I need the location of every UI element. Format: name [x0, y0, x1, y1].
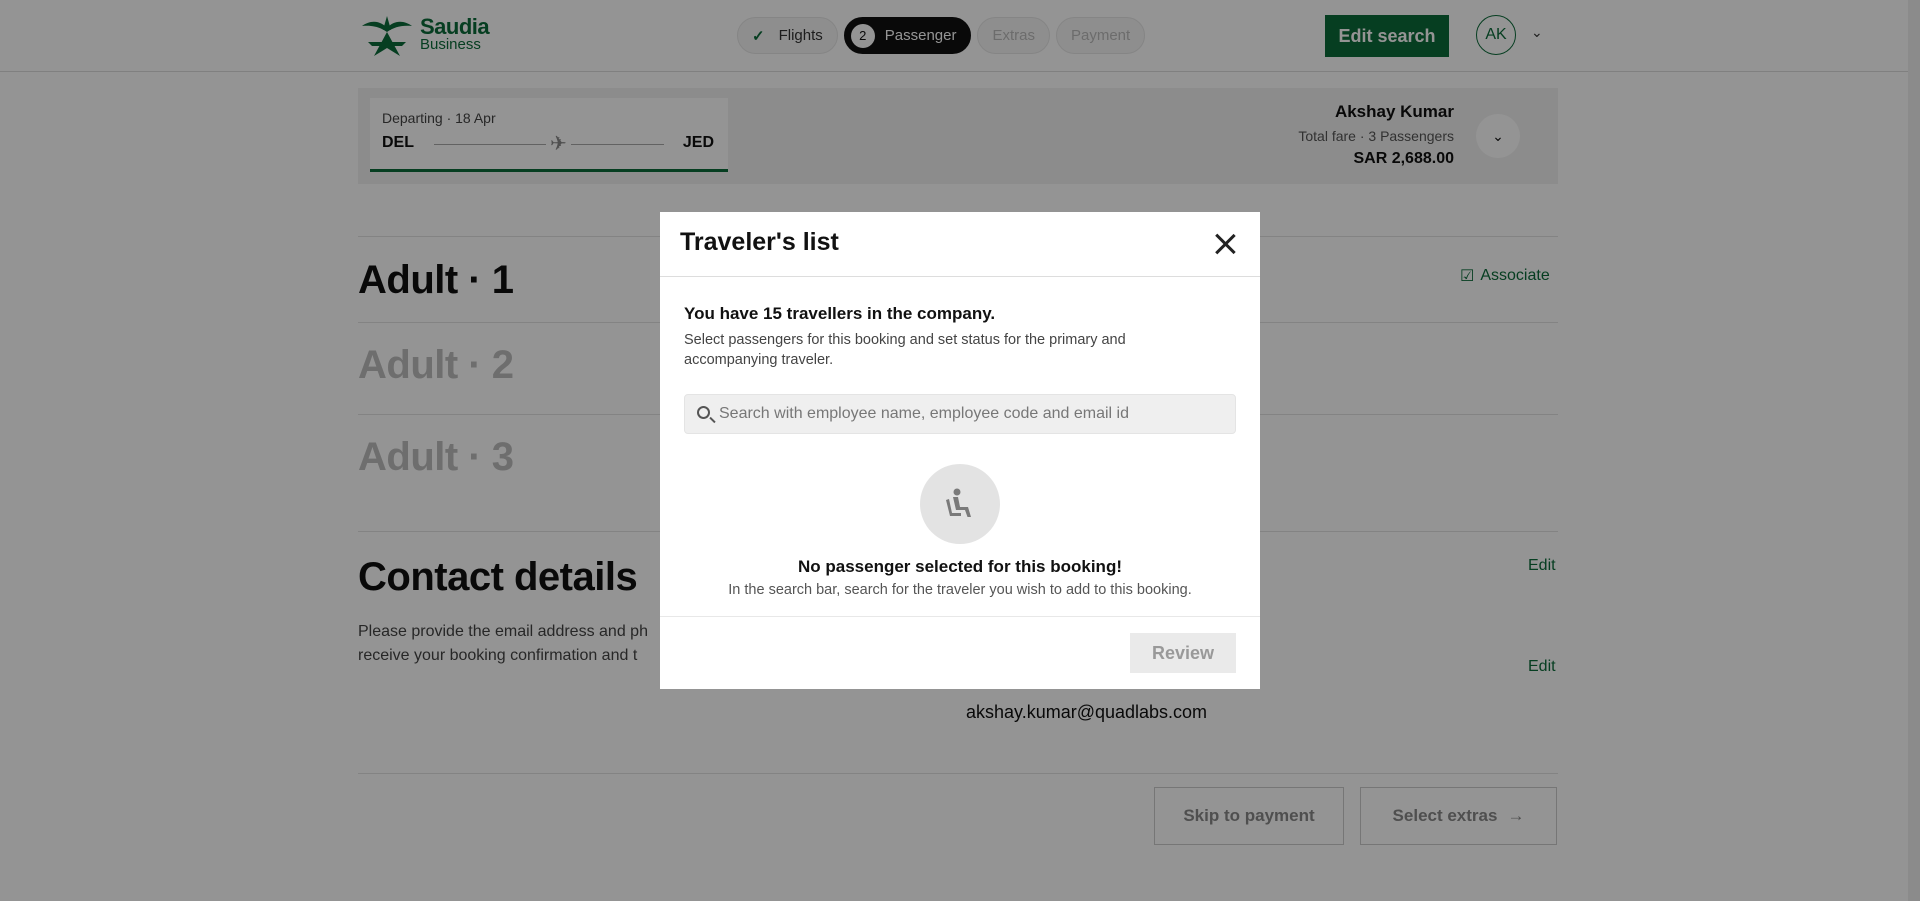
- travelers-list-modal: Traveler's list You have 15 travellers i…: [660, 212, 1260, 689]
- empty-state-title: No passenger selected for this booking!: [797, 557, 1122, 576]
- review-button[interactable]: Review: [1130, 633, 1236, 673]
- seat-icon: [946, 488, 971, 517]
- traveler-search: [684, 394, 1236, 434]
- seated-passenger-icon: [920, 464, 1000, 544]
- search-input[interactable]: [719, 395, 1229, 433]
- close-icon[interactable]: [1212, 231, 1238, 257]
- modal-divider: [660, 276, 1260, 277]
- search-icon: [697, 406, 710, 419]
- modal-description: Select passengers for this booking and s…: [684, 332, 1126, 368]
- modal-title: Traveler's list: [680, 228, 839, 256]
- empty-state-subtitle: In the search bar, search for the travel…: [728, 582, 1192, 598]
- traveller-count: You have 15 travellers in the company.: [684, 304, 996, 323]
- modal-divider: [660, 616, 1260, 617]
